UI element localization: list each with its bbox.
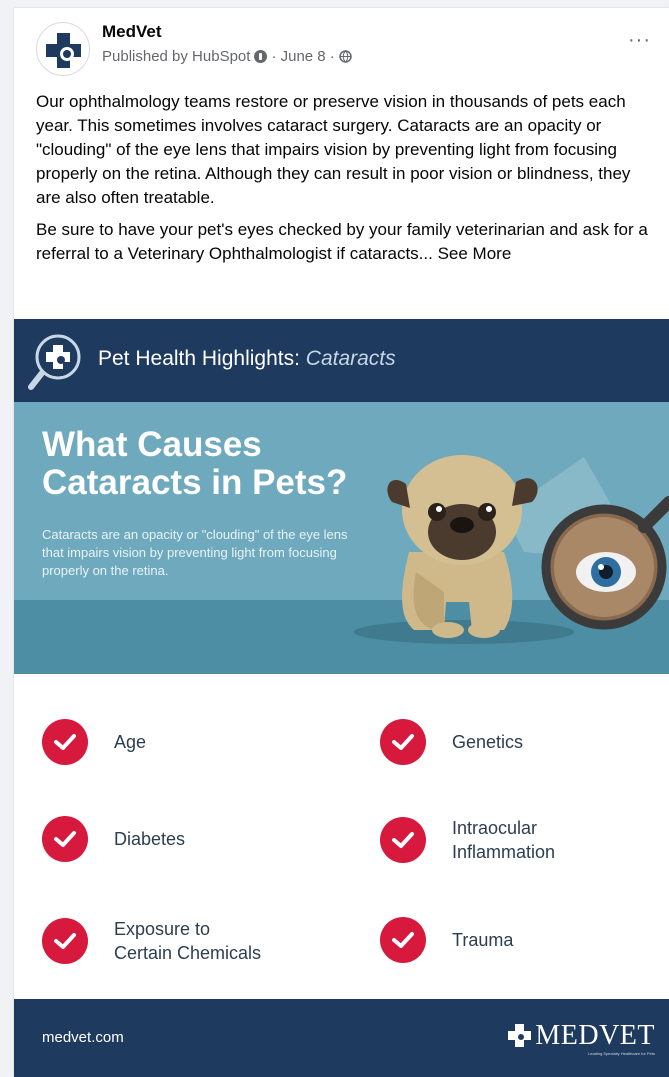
causes-list: Age Genetics Diabetes Intraocular Inflam… [14, 674, 669, 999]
check-icon [42, 816, 88, 862]
infographic-banner: Pet Health Highlights: Cataracts [14, 319, 669, 402]
post-header: MedVet Published by HubSpot · June 8 · ·… [14, 8, 669, 88]
post-paragraph-2: Be sure to have your pet's eyes checked … [36, 218, 656, 266]
banner-title: Pet Health Highlights: Cataracts [98, 347, 396, 371]
cause-item: Trauma [380, 917, 513, 963]
check-icon [42, 918, 88, 964]
medvet-cross-logo-icon [46, 33, 81, 68]
info-icon[interactable] [254, 50, 268, 63]
more-icon[interactable]: ··· [628, 30, 651, 50]
cause-label: Age [114, 732, 147, 752]
author-name[interactable]: MedVet [102, 22, 162, 42]
cause-label: Exposure to Certain Chemicals [114, 919, 262, 963]
facebook-post-card: MedVet Published by HubSpot · June 8 · ·… [14, 8, 669, 1077]
check-icon [380, 817, 426, 863]
post-paragraph-1: Our ophthalmology teams restore or prese… [36, 92, 631, 207]
banner-title-text: Pet Health Highlights: [98, 347, 306, 370]
published-by[interactable]: Published by HubSpot [102, 48, 250, 65]
post-date[interactable]: · June 8 · [271, 48, 334, 65]
medvet-cross-logo-icon [508, 1024, 532, 1047]
check-icon [380, 719, 426, 765]
footer-url: medvet.com [42, 1029, 124, 1046]
cause-label: Diabetes [114, 829, 186, 849]
cause-label: Trauma [452, 930, 514, 950]
cause-item: Diabetes [42, 816, 185, 862]
pug-illustration [354, 455, 669, 644]
cause-label: Genetics [452, 732, 524, 752]
post-paragraph-2-text: Be sure to have your pet's eyes checked … [36, 220, 648, 263]
cause-item: Exposure to Certain Chemicals [42, 917, 261, 965]
infographic-footer: medvet.com MEDVET Leading Specialty Heal… [14, 999, 669, 1077]
cause-item: Genetics [380, 719, 523, 765]
banner-topic: Cataracts [305, 347, 396, 370]
post-meta: Published by HubSpot · June 8 · [102, 48, 352, 65]
magnifier-icon [28, 334, 81, 390]
see-more-link[interactable]: See More [438, 244, 512, 263]
cause-item: Age [42, 719, 146, 765]
cause-item: Intraocular Inflammation [380, 816, 555, 864]
hero-section: What Causes Cataracts in Pets? Cataracts… [14, 402, 669, 674]
post-text: Our ophthalmology teams restore or prese… [36, 90, 656, 274]
footer-brand: MEDVET [535, 1020, 655, 1051]
hero-body: Cataracts are an opacity or "clouding" o… [42, 527, 348, 578]
check-icon [380, 917, 426, 963]
footer-logo: MEDVET Leading Specialty Healthcare for … [505, 1020, 655, 1056]
globe-icon [339, 50, 352, 63]
footer-tagline: Leading Specialty Healthcare for Pets [588, 1051, 655, 1056]
medvet-avatar[interactable] [36, 22, 90, 76]
cause-label: Intraocular Inflammation [452, 818, 556, 862]
check-icon [42, 719, 88, 765]
post-image-infographic[interactable]: Pet Health Highlights: Cataracts What Ca… [14, 319, 669, 1077]
